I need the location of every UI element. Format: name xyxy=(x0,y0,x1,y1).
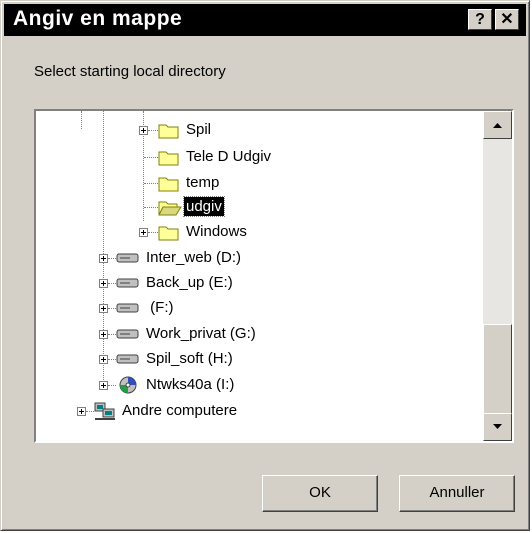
tree-item-spil[interactable]: Spil xyxy=(36,119,476,141)
drive-icon xyxy=(116,253,139,263)
folder-icon xyxy=(158,226,179,241)
tree-item-tele-d-udgiv[interactable]: Tele D Udgiv xyxy=(36,146,476,168)
expand-icon[interactable] xyxy=(99,279,108,288)
folder-dialog: Angiv en mappe ? ✕ Select starting local… xyxy=(0,0,530,531)
tree-item-temp[interactable]: temp xyxy=(36,172,476,194)
expand-icon[interactable] xyxy=(139,126,148,135)
tree-item-windows[interactable]: Windows xyxy=(36,221,476,243)
folder-icon xyxy=(158,124,179,139)
tree-item-drive-d[interactable]: Inter_web (D:) xyxy=(36,247,476,269)
help-button[interactable]: ? xyxy=(468,9,492,30)
ok-button[interactable]: OK xyxy=(262,475,378,512)
title-bar[interactable]: Angiv en mappe ? ✕ xyxy=(4,4,526,36)
expand-icon[interactable] xyxy=(99,381,108,390)
scroll-down-button[interactable] xyxy=(483,413,512,441)
expand-icon[interactable] xyxy=(77,407,86,416)
arrow-down-icon xyxy=(493,424,502,429)
cancel-button[interactable]: Annuller xyxy=(399,475,515,512)
scroll-up-button[interactable] xyxy=(483,111,512,139)
tree-item-drive-h[interactable]: Spil_soft (H:) xyxy=(36,348,476,370)
arrow-up-icon xyxy=(493,123,502,128)
tree-item-drive-e[interactable]: Back_up (E:) xyxy=(36,272,476,294)
drive-icon xyxy=(116,278,139,288)
expand-icon[interactable] xyxy=(99,355,108,364)
prompt-text: Select starting local directory xyxy=(34,63,226,80)
expand-icon[interactable] xyxy=(99,254,108,263)
cdrom-icon xyxy=(119,376,137,394)
tree-item-drive-g[interactable]: Work_privat (G:) xyxy=(36,323,476,345)
close-button[interactable]: ✕ xyxy=(495,9,519,30)
drive-icon xyxy=(116,329,139,339)
folder-icon xyxy=(158,177,179,192)
expand-icon[interactable] xyxy=(139,228,148,237)
tree-item-drive-i[interactable]: Ntwks40a (I:) xyxy=(36,374,476,396)
expand-icon[interactable] xyxy=(99,304,108,313)
folder-open-icon xyxy=(158,201,182,216)
network-computers-icon xyxy=(94,402,115,420)
tree-item-andre-computere[interactable]: Andre computere xyxy=(36,400,476,422)
tree-scrollbar[interactable] xyxy=(483,111,512,441)
tree-item-drive-f[interactable]: (F:) xyxy=(36,297,476,319)
tree-item-udgiv[interactable]: udgiv xyxy=(36,196,476,218)
folder-tree[interactable]: Spil Tele D Udgiv temp udgiv Windows Int… xyxy=(34,109,514,443)
scroll-thumb[interactable] xyxy=(483,324,512,417)
drive-icon xyxy=(116,303,139,313)
folder-icon xyxy=(158,151,179,166)
window-title: Angiv en mappe xyxy=(13,7,183,30)
expand-icon[interactable] xyxy=(99,330,108,339)
drive-icon xyxy=(116,354,139,364)
